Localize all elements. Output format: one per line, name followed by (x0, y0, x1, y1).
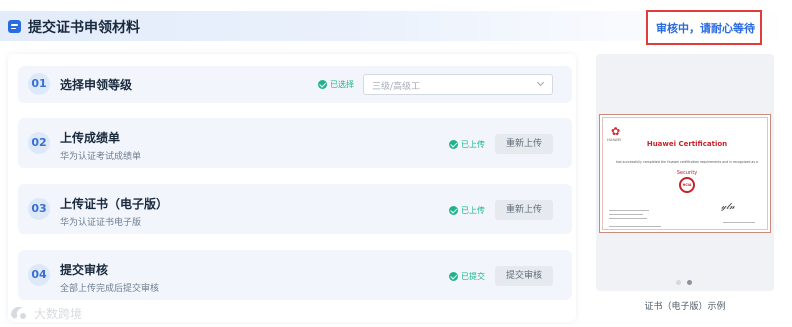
signature-icon: 𝓎𝓁𝓃 (721, 202, 735, 212)
check-circle-icon (449, 140, 458, 149)
certificate-detail-line (609, 214, 643, 215)
certificate-detail-line (609, 226, 661, 227)
reupload-certificate-button[interactable]: 重新上传 (495, 200, 553, 220)
application-steps-card: 01 选择申领等级 已选择 三级/高级工 02 上传成绩单 华为认证考试成绩单 … (8, 54, 576, 322)
carousel-dot-active[interactable] (687, 280, 692, 285)
chevron-down-icon (536, 78, 545, 87)
watermark-logo-icon (11, 306, 26, 319)
check-circle-icon (449, 206, 458, 215)
certificate-sample-image[interactable]: ✿ HUAWEI Huawei Certification has succes… (599, 114, 771, 233)
status-badge: 已提交 (461, 272, 485, 281)
submit-review-button[interactable]: 提交审核 (495, 266, 553, 286)
level-select[interactable]: 三级/高级工 (363, 74, 553, 95)
step-title: 提交审核 (60, 263, 109, 277)
document-icon (8, 20, 21, 33)
check-circle-icon (449, 272, 458, 281)
certificate-detail-line (609, 210, 649, 211)
watermark: 大数跨境 (8, 302, 118, 324)
step-subtitle: 全部上传完成后提交审核 (60, 284, 160, 294)
certificate-seal-text: HCIA (682, 183, 692, 187)
carousel-dot[interactable] (676, 280, 681, 285)
certificate-detail-line (609, 218, 647, 219)
step-upload-transcript: 02 上传成绩单 华为认证考试成绩单 已上传 重新上传 (18, 118, 572, 168)
huawei-logo-icon: ✿ (611, 125, 621, 138)
review-status-text: 审核中，请耐心等待 (656, 22, 755, 35)
status-badge: 已上传 (461, 140, 485, 149)
certificate-title: Huawei Certification (646, 140, 728, 148)
status-badge: 已上传 (461, 206, 485, 215)
preview-caption: 证书（电子版）示例 (644, 302, 726, 312)
step-upload-certificate: 03 上传证书（电子版） 华为认证证书电子版 已上传 重新上传 (18, 184, 572, 234)
step-number: 03 (28, 198, 50, 220)
page-title: 提交证书申领材料 (28, 20, 140, 36)
reupload-transcript-button[interactable]: 重新上传 (495, 134, 553, 154)
step-subtitle: 华为认证考试成绩单 (60, 152, 142, 162)
step-subtitle: 华为认证证书电子版 (60, 218, 142, 228)
level-select-value: 三级/高级工 (372, 82, 421, 92)
review-status-box: 审核中，请耐心等待 (646, 10, 762, 45)
status-badge: 已选择 (330, 80, 354, 89)
certificate-detail-line (723, 222, 755, 223)
step-number: 01 (28, 73, 50, 95)
certificate-track: Security (676, 170, 698, 176)
certificate-body-text: has successfully completed the Huawei ce… (616, 160, 758, 164)
step-submit-review: 04 提交审核 全部上传完成后提交审核 已提交 提交审核 (18, 250, 572, 300)
watermark-text: 大数跨境 (34, 307, 83, 321)
step-title: 选择申领等级 (60, 78, 133, 92)
certificate-preview-panel: ✿ HUAWEI Huawei Certification has succes… (596, 54, 774, 291)
check-circle-icon (318, 80, 327, 89)
step-number: 02 (28, 132, 50, 154)
certificate-seal: HCIA (679, 177, 695, 193)
step-title: 上传证书（电子版） (60, 197, 169, 211)
step-number: 04 (28, 264, 50, 286)
step-title: 上传成绩单 (60, 131, 121, 145)
certificate-frame: ✿ HUAWEI Huawei Certification has succes… (602, 117, 768, 230)
step-select-level: 01 选择申领等级 已选择 三级/高级工 (18, 66, 572, 103)
